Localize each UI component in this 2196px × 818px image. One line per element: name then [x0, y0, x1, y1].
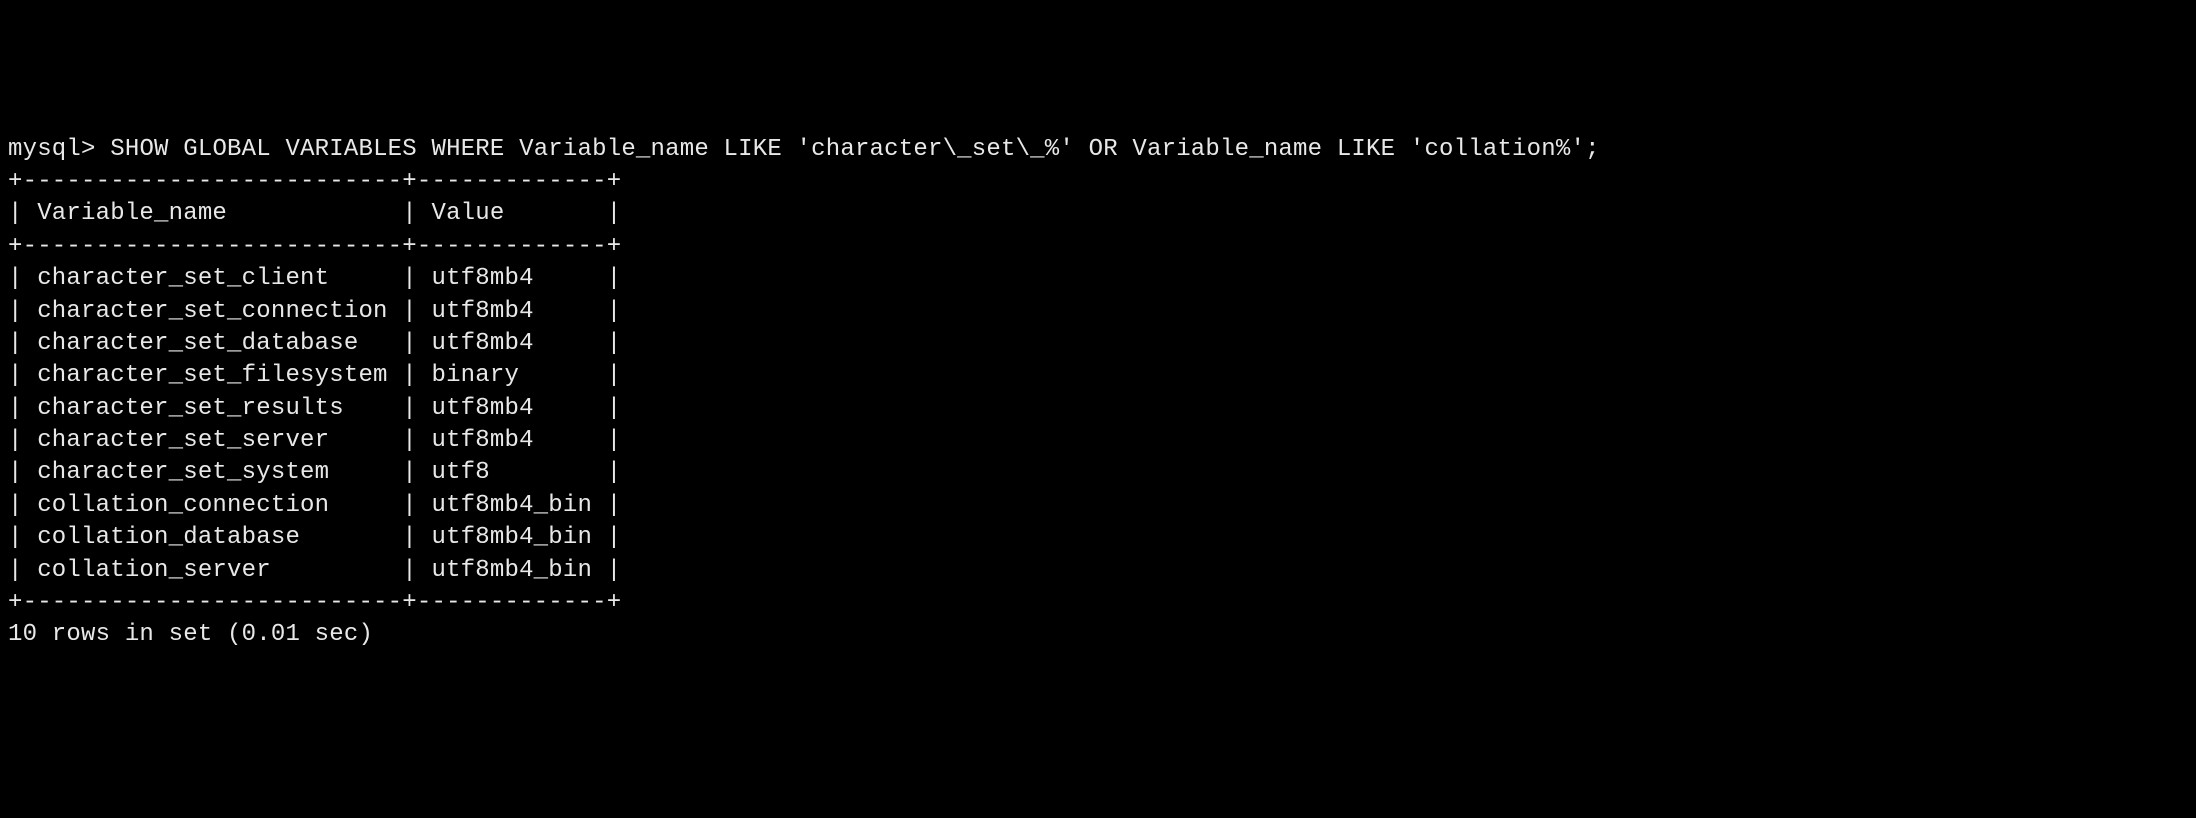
prompt-line: mysql> SHOW GLOBAL VARIABLES WHERE Varia… [8, 136, 1600, 163]
mysql-prompt: mysql> [8, 136, 96, 163]
table-border-top: +--------------------------+------------… [8, 168, 621, 195]
sql-command: SHOW GLOBAL VARIABLES WHERE Variable_nam… [110, 136, 1599, 163]
table-border-bottom: +--------------------------+------------… [8, 589, 621, 616]
result-footer: 10 rows in set (0.01 sec) [8, 621, 373, 648]
table-header-row: | Variable_name | Value | [8, 200, 621, 227]
table-body: | character_set_client | utf8mb4 | | cha… [8, 265, 621, 584]
terminal-output: mysql> SHOW GLOBAL VARIABLES WHERE Varia… [8, 134, 2188, 652]
table-border-mid: +--------------------------+------------… [8, 233, 621, 260]
